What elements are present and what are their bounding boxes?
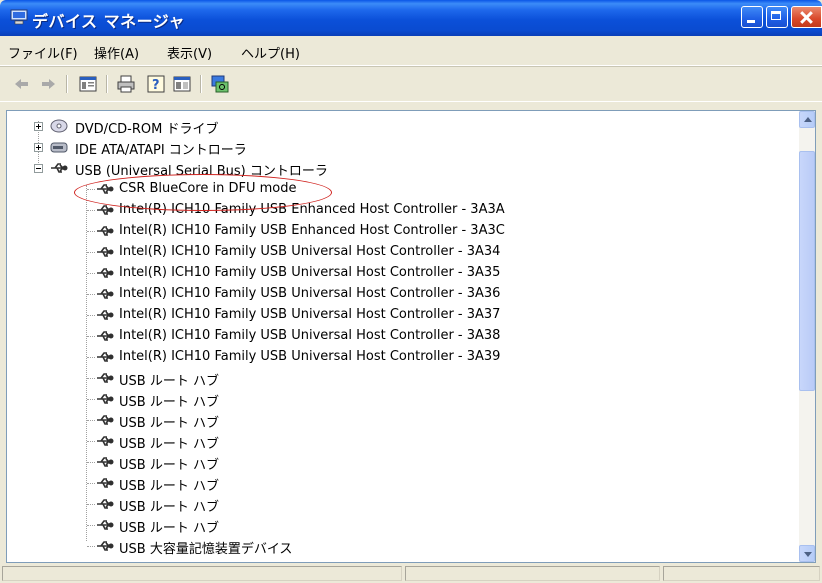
- tree-item-usb-device[interactable]: Intel(R) ICH10 Family USB Enhanced Host …: [7, 221, 607, 242]
- tree-category-usb[interactable]: USB (Universal Serial Bus) コントローラ: [7, 158, 607, 179]
- device-tree: DVD/CD-ROM ドライブ IDE ATA/ATAPI コントローラ USB…: [7, 111, 799, 562]
- tree-item-usb-device[interactable]: USB ルート ハブ: [7, 431, 607, 452]
- tree-item-label: Intel(R) ICH10 Family USB Universal Host…: [119, 349, 501, 364]
- tree-item-label: Intel(R) ICH10 Family USB Universal Host…: [119, 265, 501, 280]
- tree-item-usb-device[interactable]: Intel(R) ICH10 Family USB Universal Host…: [7, 347, 607, 368]
- status-pane-main: [2, 566, 402, 581]
- menu-bar: ファイル(F) 操作(A) 表示(V) ヘルプ(H): [0, 36, 822, 66]
- tree-item-label: Intel(R) ICH10 Family USB Universal Host…: [119, 307, 501, 322]
- usb-device-icon: [97, 247, 114, 257]
- help-icon[interactable]: ?: [146, 74, 166, 94]
- tree-item-label: USB ルート ハブ: [119, 479, 219, 494]
- usb-device-icon: [97, 394, 114, 404]
- usb-device-icon: [97, 289, 114, 299]
- tree-item-usb-device[interactable]: Intel(R) ICH10 Family USB Universal Host…: [7, 284, 607, 305]
- tree-item-label: USB 大容量記憶装置デバイス: [119, 542, 293, 557]
- usb-device-icon: [97, 499, 114, 509]
- expand-button[interactable]: [34, 122, 43, 131]
- tree-item-label: Intel(R) ICH10 Family USB Universal Host…: [119, 286, 501, 301]
- tree-item-label: USB ルート ハブ: [119, 374, 219, 389]
- tree-item-usb-device[interactable]: Intel(R) ICH10 Family USB Universal Host…: [7, 326, 607, 347]
- vertical-scrollbar[interactable]: [799, 111, 815, 562]
- status-pane-right: [663, 566, 820, 581]
- tree-item-usb-device[interactable]: USB 大容量記憶装置デバイス: [7, 536, 607, 557]
- scan-hardware-icon[interactable]: [210, 74, 230, 94]
- tree-item-label: Intel(R) ICH10 Family USB Enhanced Host …: [119, 223, 505, 238]
- tree-item-label: USB ルート ハブ: [119, 521, 219, 536]
- tree-item-usb-device[interactable]: USB ルート ハブ: [7, 494, 607, 515]
- usb-device-icon: [97, 541, 114, 551]
- print-icon[interactable]: [116, 74, 136, 94]
- dvd-drive-icon: [50, 119, 68, 133]
- device-tree-view[interactable]: DVD/CD-ROM ドライブ IDE ATA/ATAPI コントローラ USB…: [6, 110, 816, 563]
- tree-item-label: Intel(R) ICH10 Family USB Universal Host…: [119, 244, 501, 259]
- usb-device-icon: [97, 457, 114, 467]
- minimize-button[interactable]: [741, 6, 763, 28]
- tree-item-label: USB ルート ハブ: [119, 437, 219, 452]
- usb-device-icon: [97, 520, 114, 530]
- forward-arrow-icon[interactable]: [38, 74, 58, 94]
- tree-item-usb-device[interactable]: USB ルート ハブ: [7, 515, 607, 536]
- tree-item-usb-device[interactable]: Intel(R) ICH10 Family USB Universal Host…: [7, 305, 607, 326]
- tree-item-usb-device[interactable]: Intel(R) ICH10 Family USB Universal Host…: [7, 242, 607, 263]
- collapse-button[interactable]: [34, 164, 43, 173]
- computer-icon: [10, 9, 28, 25]
- usb-device-icon: [97, 310, 114, 320]
- tree-item-usb-device[interactable]: Intel(R) ICH10 Family USB Universal Host…: [7, 263, 607, 284]
- tree-item-label: DVD/CD-ROM ドライブ: [75, 122, 219, 137]
- tree-item-label: USB ルート ハブ: [119, 395, 219, 410]
- console-tree-icon[interactable]: [172, 74, 192, 94]
- scroll-up-button[interactable]: [799, 111, 815, 128]
- ide-controller-icon: [50, 142, 68, 153]
- tree-item-usb-device[interactable]: USB ルート ハブ: [7, 389, 607, 410]
- back-arrow-icon[interactable]: [12, 74, 32, 94]
- usb-device-icon: [97, 436, 114, 446]
- usb-device-icon: [97, 373, 114, 383]
- expand-button[interactable]: [34, 143, 43, 152]
- usb-icon: [51, 163, 68, 173]
- toolbar: ?: [0, 66, 822, 102]
- svg-text:?: ?: [152, 78, 160, 93]
- maximize-button[interactable]: [766, 6, 788, 28]
- status-bar: [0, 563, 822, 583]
- properties-pane-icon[interactable]: [78, 74, 98, 94]
- tree-item-usb-device[interactable]: USB ルート ハブ: [7, 410, 607, 431]
- usb-device-icon: [97, 478, 114, 488]
- tree-item-usb-device[interactable]: USB ルート ハブ: [7, 452, 607, 473]
- tree-item-label: USB ルート ハブ: [119, 458, 219, 473]
- menu-help[interactable]: ヘルプ(H): [241, 43, 300, 62]
- device-manager-window: デバイス マネージャ ファイル(F) 操作(A) 表示(V) ヘルプ(H) ? …: [0, 0, 822, 583]
- menu-action[interactable]: 操作(A): [94, 43, 139, 62]
- menu-file[interactable]: ファイル(F): [8, 43, 78, 62]
- usb-device-icon: [97, 268, 114, 278]
- window-title: デバイス マネージャ: [32, 12, 185, 31]
- tree-category-dvd[interactable]: DVD/CD-ROM ドライブ: [7, 116, 607, 137]
- highlight-circle: [74, 174, 332, 211]
- usb-device-icon: [97, 226, 114, 236]
- usb-device-icon: [97, 352, 114, 362]
- status-pane-middle: [405, 566, 660, 581]
- scroll-thumb[interactable]: [799, 151, 815, 391]
- tree-item-usb-device[interactable]: USB ルート ハブ: [7, 473, 607, 494]
- tree-item-label: USB ルート ハブ: [119, 500, 219, 515]
- tree-item-label: IDE ATA/ATAPI コントローラ: [75, 143, 247, 158]
- title-bar[interactable]: デバイス マネージャ: [0, 0, 822, 36]
- menu-view[interactable]: 表示(V): [167, 43, 212, 62]
- usb-device-icon: [97, 331, 114, 341]
- usb-device-icon: [97, 415, 114, 425]
- close-button[interactable]: [791, 6, 822, 28]
- tree-category-ide[interactable]: IDE ATA/ATAPI コントローラ: [7, 137, 607, 158]
- tree-item-label: USB ルート ハブ: [119, 416, 219, 431]
- tree-item-usb-device[interactable]: USB ルート ハブ: [7, 368, 607, 389]
- scroll-down-button[interactable]: [799, 545, 815, 562]
- tree-item-label: Intel(R) ICH10 Family USB Universal Host…: [119, 328, 501, 343]
